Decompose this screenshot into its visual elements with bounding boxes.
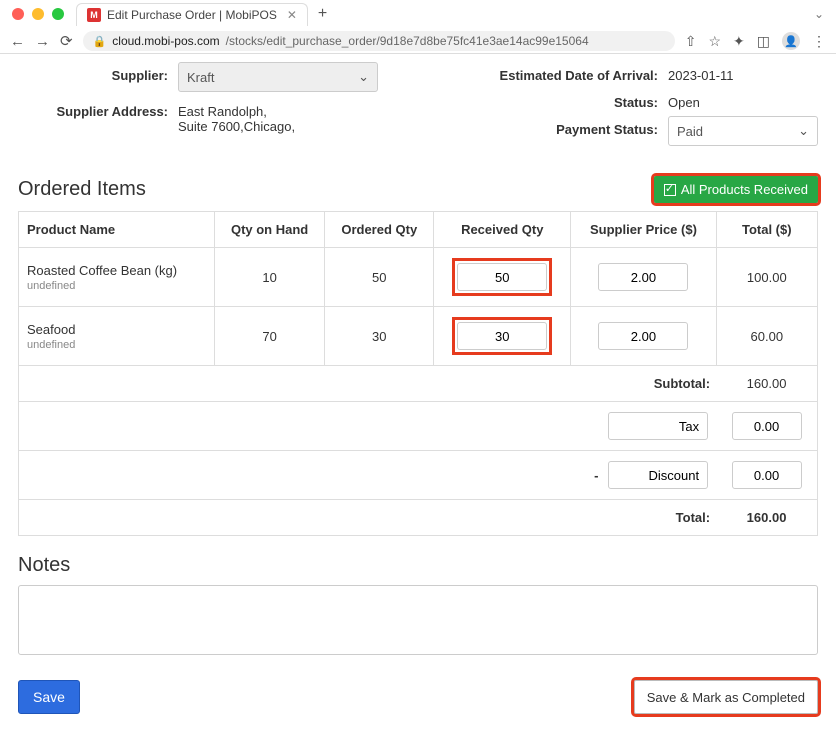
supplier-select[interactable]: Kraft ⌄: [178, 62, 378, 92]
payment-status-label: Payment Status:: [468, 116, 668, 146]
total-label: Total:: [19, 500, 717, 536]
status-label: Status:: [468, 89, 668, 110]
ordered-items-title: Ordered Items: [18, 178, 146, 201]
tab-overflow-icon[interactable]: ⌄: [814, 7, 824, 21]
discount-minus: -: [594, 468, 598, 483]
all-products-received-button[interactable]: All Products Received: [654, 176, 818, 203]
tax-label-input[interactable]: [608, 412, 708, 440]
supplier-label: Supplier:: [18, 62, 178, 92]
maximize-window-icon[interactable]: [52, 8, 64, 20]
url-path: /stocks/edit_purchase_order/9d18e7d8be75…: [226, 34, 589, 48]
address-line2: Suite 7600,Chicago,: [178, 119, 295, 134]
close-tab-icon[interactable]: ✕: [287, 8, 297, 22]
chevron-down-icon: ⌄: [798, 123, 809, 139]
received-qty-input[interactable]: [457, 263, 547, 291]
eta-value: 2023-01-11: [668, 62, 734, 83]
total-value: 160.00: [716, 500, 817, 536]
supplier-value: Kraft: [187, 70, 214, 85]
close-window-icon[interactable]: [12, 8, 24, 20]
chevron-down-icon: ⌄: [358, 69, 369, 85]
col-total: Total ($): [716, 212, 817, 248]
received-qty-input[interactable]: [457, 322, 547, 350]
col-qty-on-hand: Qty on Hand: [214, 212, 325, 248]
subtotal-label: Subtotal:: [19, 366, 717, 402]
bookmark-icon[interactable]: ☆: [708, 33, 721, 50]
discount-value-input[interactable]: [732, 461, 802, 489]
ordered-value: 30: [325, 307, 434, 366]
qoh-value: 70: [214, 307, 325, 366]
window-controls[interactable]: [12, 8, 64, 20]
ordered-value: 50: [325, 248, 434, 307]
extensions-icon[interactable]: ✦: [733, 33, 745, 50]
status-value: Open: [668, 89, 700, 110]
supplier-price-input[interactable]: [598, 263, 688, 291]
menu-icon[interactable]: ⋮: [812, 33, 826, 50]
profile-icon[interactable]: 👤: [782, 32, 800, 50]
supplier-price-input[interactable]: [598, 322, 688, 350]
browser-tab[interactable]: M Edit Purchase Order | MobiPOS ✕: [76, 3, 308, 26]
payment-status-value: Paid: [677, 124, 703, 139]
payment-status-select[interactable]: Paid ⌄: [668, 116, 818, 146]
product-sub: undefined: [27, 339, 206, 351]
row-total: 60.00: [716, 307, 817, 366]
favicon-icon: M: [87, 8, 101, 22]
tab-title: Edit Purchase Order | MobiPOS: [107, 8, 277, 22]
product-name: Roasted Coffee Bean (kg): [27, 263, 206, 278]
notes-title: Notes: [18, 554, 818, 577]
subtotal-value: 160.00: [716, 366, 817, 402]
save-mark-completed-button[interactable]: Save & Mark as Completed: [634, 680, 818, 714]
address-bar[interactable]: 🔒 cloud.mobi-pos.com/stocks/edit_purchas…: [83, 31, 675, 51]
address-line1: East Randolph,: [178, 104, 295, 119]
col-ordered-qty: Ordered Qty: [325, 212, 434, 248]
col-supplier-price: Supplier Price ($): [571, 212, 716, 248]
lock-icon: 🔒: [93, 35, 107, 48]
supplier-address: East Randolph, Suite 7600,Chicago,: [178, 98, 295, 134]
share-icon[interactable]: ⇧: [685, 33, 697, 50]
eta-label: Estimated Date of Arrival:: [468, 62, 668, 83]
save-button[interactable]: Save: [18, 680, 80, 714]
panel-icon[interactable]: ◫: [757, 33, 770, 50]
supplier-address-label: Supplier Address:: [18, 98, 178, 134]
ordered-items-table: Product Name Qty on Hand Ordered Qty Rec…: [18, 211, 818, 536]
reload-icon[interactable]: ⟳: [60, 32, 73, 50]
col-product-name: Product Name: [19, 212, 215, 248]
product-sub: undefined: [27, 280, 206, 292]
check-icon: [664, 184, 676, 196]
tax-value-input[interactable]: [732, 412, 802, 440]
col-received-qty: Received Qty: [434, 212, 571, 248]
back-icon[interactable]: ←: [10, 33, 25, 50]
forward-icon[interactable]: →: [35, 33, 50, 50]
browser-chrome: M Edit Purchase Order | MobiPOS ✕ + ⌄ ← …: [0, 0, 836, 54]
table-row: Seafood undefined 70 30 60.00: [19, 307, 818, 366]
all-products-received-label: All Products Received: [681, 182, 808, 197]
table-row: Roasted Coffee Bean (kg) undefined 10 50…: [19, 248, 818, 307]
new-tab-icon[interactable]: +: [318, 5, 327, 23]
url-domain: cloud.mobi-pos.com: [112, 34, 219, 48]
row-total: 100.00: [716, 248, 817, 307]
minimize-window-icon[interactable]: [32, 8, 44, 20]
product-name: Seafood: [27, 322, 206, 337]
qoh-value: 10: [214, 248, 325, 307]
notes-textarea[interactable]: [18, 585, 818, 655]
discount-label-input[interactable]: [608, 461, 708, 489]
